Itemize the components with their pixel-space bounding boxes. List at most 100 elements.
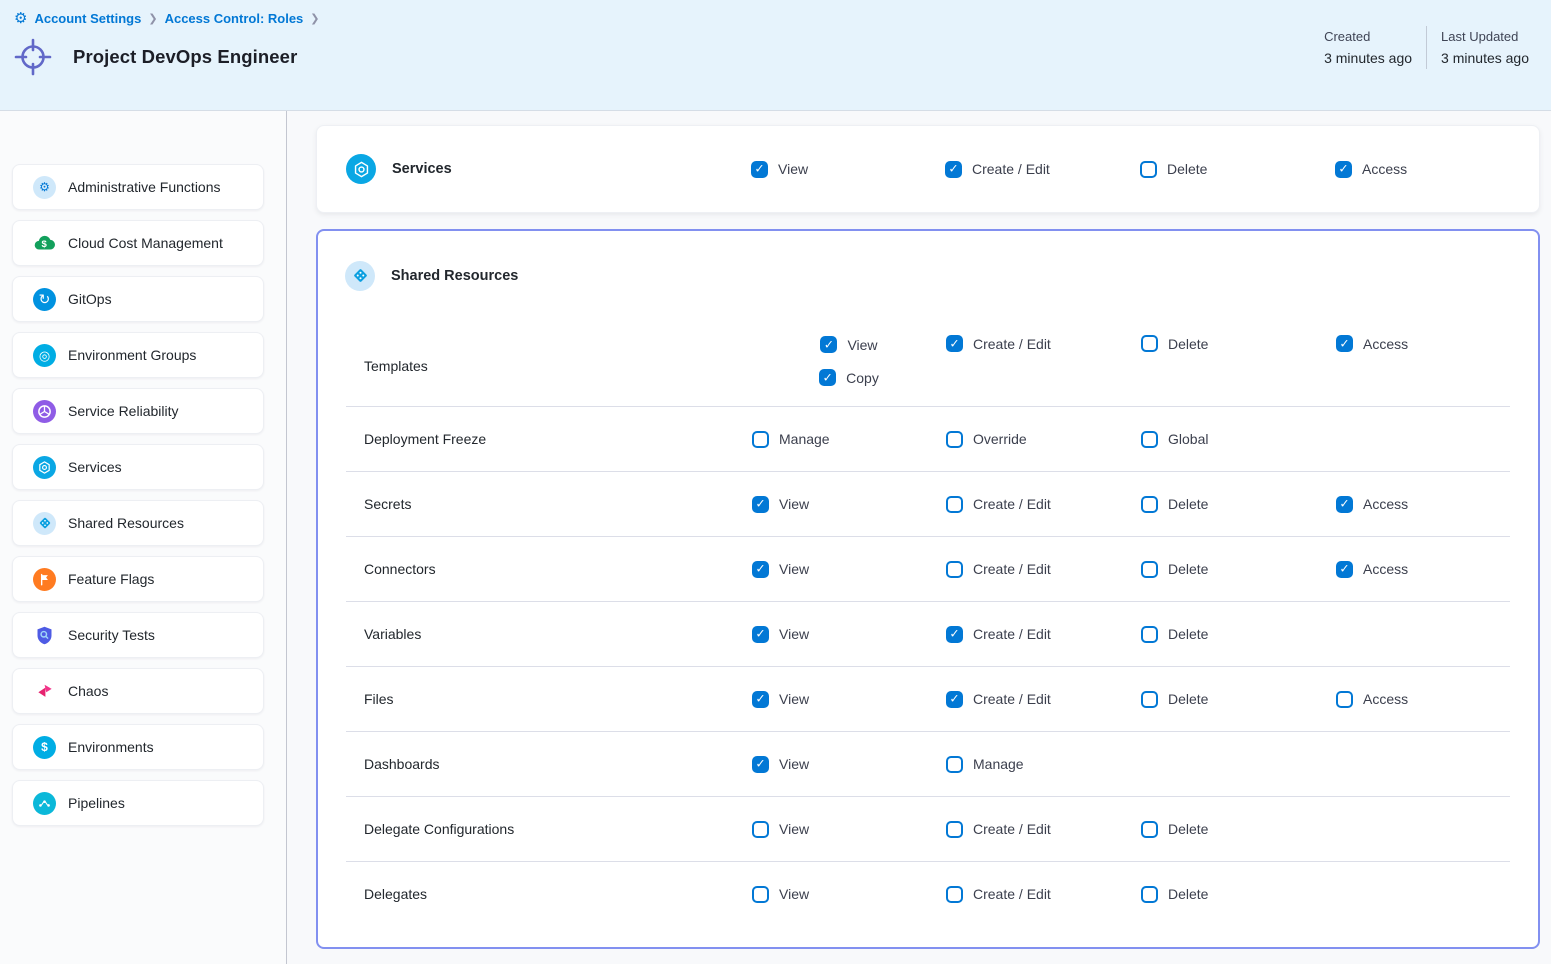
checkbox-label: Create / Edit — [972, 161, 1050, 177]
chaos-arrows-icon — [33, 680, 56, 703]
permission-cell: ✓ Manage — [752, 431, 946, 448]
sidebar-item-environments[interactable]: $ Environments — [12, 724, 264, 770]
create-edit-checkbox[interactable]: ✓ — [946, 626, 963, 643]
resource-label: Templates — [318, 334, 752, 374]
view-checkbox[interactable]: ✓ — [752, 886, 769, 903]
permission-row-variables: Variables ✓ View ✓ Create / Edit ✓ Delet… — [318, 602, 1538, 666]
access-checkbox[interactable]: ✓ — [1336, 496, 1353, 513]
last-updated-value: 3 minutes ago — [1441, 47, 1529, 69]
copy-checkbox[interactable]: ✓ — [819, 369, 836, 386]
permission-cell: ✓ Create / Edit — [946, 821, 1141, 838]
view-checkbox[interactable]: ✓ — [751, 161, 768, 178]
permission-cell: ✓ Access — [1336, 496, 1538, 513]
permission-cell: ✓ Global — [1141, 431, 1336, 448]
permission-cell: ✓ View — [752, 756, 946, 773]
global-checkbox[interactable]: ✓ — [1141, 431, 1158, 448]
sidebar-item-feature-flags[interactable]: Feature Flags — [12, 556, 264, 602]
sidebar-item-cloud-cost-management[interactable]: $ Cloud Cost Management — [12, 220, 264, 266]
sidebar-item-service-reliability[interactable]: Service Reliability — [12, 388, 264, 434]
sidebar-item-services[interactable]: Services — [12, 444, 264, 490]
page-header: ⚙ Account Settings ❯ Access Control: Rol… — [0, 0, 1551, 111]
view-checkbox[interactable]: ✓ — [752, 756, 769, 773]
view-checkbox[interactable]: ✓ — [752, 626, 769, 643]
checkbox-label: Create / Edit — [973, 561, 1051, 577]
create-edit-checkbox[interactable]: ✓ — [946, 496, 963, 513]
delete-checkbox[interactable]: ✓ — [1140, 161, 1157, 178]
view-checkbox[interactable]: ✓ — [752, 691, 769, 708]
check-icon: ✓ — [1338, 163, 1348, 175]
create-edit-checkbox[interactable]: ✓ — [946, 561, 963, 578]
resource-label: Secrets — [318, 496, 752, 512]
sidebar-item-label: Services — [68, 459, 122, 475]
delete-checkbox[interactable]: ✓ — [1141, 496, 1158, 513]
view-checkbox[interactable]: ✓ — [752, 561, 769, 578]
sidebar-item-label: Security Tests — [68, 627, 155, 643]
resource-label: Deployment Freeze — [318, 431, 752, 447]
checkbox-label: Delete — [1168, 496, 1208, 512]
sidebar-item-shared-resources[interactable]: Shared Resources — [12, 500, 264, 546]
permission-cell: ✓ View — [752, 691, 946, 708]
access-checkbox[interactable]: ✓ — [1336, 691, 1353, 708]
sidebar-item-gitops[interactable]: ↻ GitOps — [12, 276, 264, 322]
manage-checkbox[interactable]: ✓ — [752, 431, 769, 448]
permission-row-files: Files ✓ View ✓ Create / Edit ✓ Delete ✓ … — [318, 667, 1538, 731]
card-title: Shared Resources — [391, 268, 518, 284]
delete-checkbox[interactable]: ✓ — [1141, 626, 1158, 643]
checkbox-label: View — [779, 756, 809, 772]
sidebar-item-label: Environments — [68, 739, 154, 755]
create-edit-checkbox[interactable]: ✓ — [946, 691, 963, 708]
delete-checkbox[interactable]: ✓ — [1141, 691, 1158, 708]
permission-cell: ✓ Delete — [1141, 334, 1336, 352]
permission-cell: ✓ View ✓ Copy — [752, 334, 946, 386]
check-icon: ✓ — [755, 563, 765, 575]
permission-row-secrets: Secrets ✓ View ✓ Create / Edit ✓ Delete … — [318, 472, 1538, 536]
create-edit-checkbox[interactable]: ✓ — [946, 335, 963, 352]
delete-checkbox[interactable]: ✓ — [1141, 335, 1158, 352]
permission-cell: ✓ View — [752, 821, 946, 838]
last-updated-block: Last Updated 3 minutes ago — [1427, 26, 1543, 69]
breadcrumb-account-settings[interactable]: Account Settings — [34, 11, 141, 26]
view-checkbox[interactable]: ✓ — [820, 336, 837, 353]
sidebar-item-environment-groups[interactable]: ◎ Environment Groups — [12, 332, 264, 378]
checkbox-label: View — [779, 691, 809, 707]
permission-cell: ✓ View — [752, 496, 946, 513]
access-checkbox[interactable]: ✓ — [1336, 335, 1353, 352]
flag-icon — [33, 568, 56, 591]
check-icon: ✓ — [824, 338, 834, 350]
checkbox-label: View — [779, 886, 809, 902]
view-checkbox[interactable]: ✓ — [752, 496, 769, 513]
sidebar-item-pipelines[interactable]: Pipelines — [12, 780, 264, 826]
permissions-panel: Services ✓ View ✓ Create / Edit ✓ Delete… — [287, 111, 1551, 964]
sidebar-item-chaos[interactable]: Chaos — [12, 668, 264, 714]
resource-category-sidebar: ⚙ Administrative Functions $ Cloud Cost … — [0, 111, 287, 964]
resource-label: Variables — [318, 626, 752, 642]
delete-checkbox[interactable]: ✓ — [1141, 886, 1158, 903]
view-checkbox[interactable]: ✓ — [752, 821, 769, 838]
cloud-dollar-icon: $ — [33, 232, 56, 255]
checkbox-label: View — [779, 821, 809, 837]
create-edit-checkbox[interactable]: ✓ — [946, 821, 963, 838]
checkbox-label: Access — [1363, 561, 1408, 577]
role-meta: Created 3 minutes ago Last Updated 3 min… — [1310, 26, 1543, 69]
manage-checkbox[interactable]: ✓ — [946, 756, 963, 773]
permission-cell: ✓ Create / Edit — [946, 496, 1141, 513]
breadcrumb-access-control-roles[interactable]: Access Control: Roles — [165, 11, 304, 26]
access-checkbox[interactable]: ✓ — [1336, 561, 1353, 578]
environments-dollar-icon: $ — [33, 736, 56, 759]
gear-icon: ⚙ — [33, 176, 56, 199]
created-value: 3 minutes ago — [1324, 47, 1412, 69]
checkbox-label: View — [778, 161, 808, 177]
sidebar-item-label: Pipelines — [68, 795, 125, 811]
check-icon: ✓ — [755, 693, 765, 705]
override-checkbox[interactable]: ✓ — [946, 431, 963, 448]
sidebar-item-security-tests[interactable]: Security Tests — [12, 612, 264, 658]
delete-checkbox[interactable]: ✓ — [1141, 561, 1158, 578]
delete-checkbox[interactable]: ✓ — [1141, 821, 1158, 838]
create-edit-checkbox[interactable]: ✓ — [946, 886, 963, 903]
create-edit-checkbox[interactable]: ✓ — [945, 161, 962, 178]
services-permissions-card: Services ✓ View ✓ Create / Edit ✓ Delete… — [316, 125, 1540, 213]
checkbox-label: Delete — [1168, 821, 1208, 837]
checkbox-label: Access — [1363, 691, 1408, 707]
sidebar-item-administrative-functions[interactable]: ⚙ Administrative Functions — [12, 164, 264, 210]
access-checkbox[interactable]: ✓ — [1335, 161, 1352, 178]
